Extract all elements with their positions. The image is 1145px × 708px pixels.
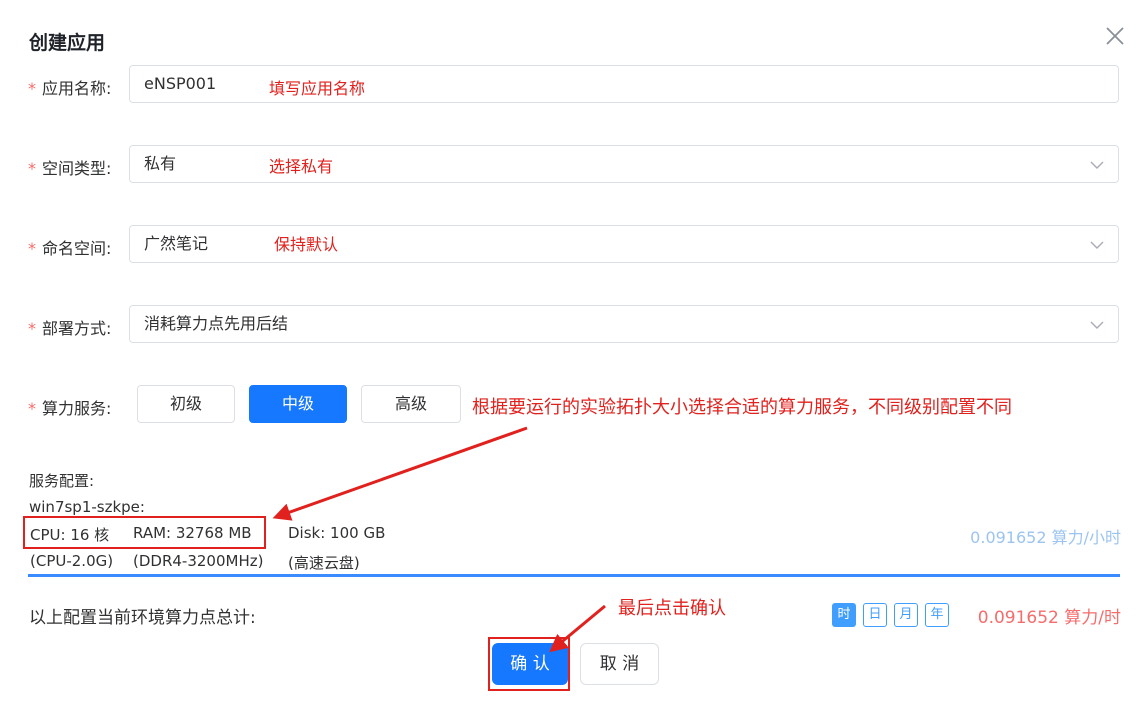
total-price: 0.091652 算力/时 — [977, 608, 1121, 628]
level-medium-button[interactable]: 中级 — [249, 385, 347, 423]
confirm-annotation: 最后点击确认 — [618, 598, 726, 619]
namespace-label-text: 命名空间: — [42, 239, 112, 258]
deploy-mode-label: * 部署方式: — [28, 315, 111, 339]
config-price: 0.091652 算力/小时 — [970, 528, 1121, 547]
app-name-label: * 应用名称: — [28, 75, 111, 99]
app-name-value: eNSP001 — [144, 74, 217, 93]
app-name-label-text: 应用名称: — [42, 79, 112, 98]
config-disk-detail: (高速云盘) — [288, 554, 360, 572]
required-mark: * — [28, 399, 36, 418]
compute-service-label-text: 算力服务: — [42, 399, 112, 418]
level-advanced-button[interactable]: 高级 — [361, 385, 461, 423]
dialog-title: 创建应用 — [29, 32, 106, 54]
cancel-button[interactable]: 取 消 — [580, 643, 659, 685]
app-name-annotation: 填写应用名称 — [269, 79, 366, 98]
space-type-label-text: 空间类型: — [42, 159, 112, 178]
config-cpu-detail: (CPU-2.0G) — [30, 552, 114, 570]
config-title: 服务配置: — [29, 472, 95, 490]
compute-service-label: * 算力服务: — [28, 395, 111, 419]
create-app-dialog: 创建应用 * 应用名称: eNSP001 填写应用名称 * 空间类型: 私有 选择私… — [0, 0, 1145, 708]
level-basic-button[interactable]: 初级 — [137, 385, 235, 423]
deploy-mode-label-text: 部署方式: — [42, 319, 112, 338]
required-mark: * — [28, 239, 36, 258]
total-label: 以上配置当前环境算力点总计: — [29, 608, 256, 628]
space-type-annotation: 选择私有 — [269, 157, 334, 176]
chevron-down-icon — [1090, 241, 1104, 249]
namespace-annotation: 保持默认 — [274, 235, 339, 254]
compute-service-annotation: 根据要运行的实验拓扑大小选择合适的算力服务，不同级别配置不同 — [472, 397, 1012, 418]
unit-hour-tag[interactable]: 时 — [832, 603, 856, 627]
config-divider — [28, 574, 1120, 577]
annotation-arrows — [272, 426, 606, 653]
space-type-label: * 空间类型: — [28, 155, 111, 179]
deploy-mode-select[interactable]: 消耗算力点先用后结 — [129, 305, 1119, 343]
namespace-value: 广然笔记 — [144, 234, 209, 253]
config-disk: Disk: 100 GB — [288, 524, 386, 542]
required-mark: * — [28, 79, 36, 98]
config-highlight-box — [23, 516, 266, 549]
required-mark: * — [28, 159, 36, 178]
config-image: win7sp1-szkpe: — [29, 498, 145, 516]
namespace-label: * 命名空间: — [28, 235, 111, 259]
unit-year-tag[interactable]: 年 — [925, 603, 949, 627]
confirm-button[interactable]: 确 认 — [492, 643, 568, 685]
chevron-down-icon — [1090, 161, 1104, 169]
required-mark: * — [28, 319, 36, 338]
unit-day-tag[interactable]: 日 — [863, 603, 887, 627]
unit-month-tag[interactable]: 月 — [894, 603, 918, 627]
space-type-value: 私有 — [144, 154, 177, 173]
close-icon[interactable] — [1104, 25, 1126, 47]
deploy-mode-value: 消耗算力点先用后结 — [144, 314, 289, 333]
config-ram-detail: (DDR4-3200MHz) — [133, 552, 264, 570]
chevron-down-icon — [1090, 321, 1104, 329]
arrow-to-config — [272, 426, 528, 521]
